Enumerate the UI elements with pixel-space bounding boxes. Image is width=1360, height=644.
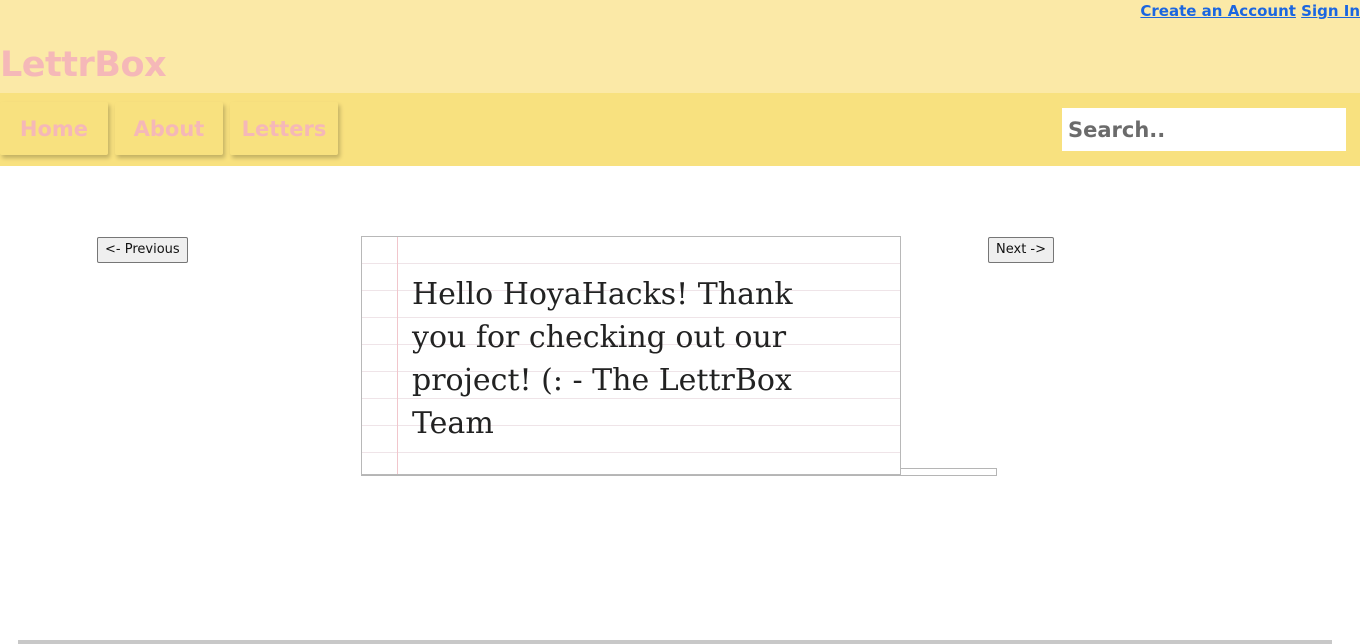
header: Create an Account Sign In LettrBox xyxy=(0,0,1360,93)
site-logo[interactable]: LettrBox xyxy=(0,44,167,86)
nav-item-home[interactable]: Home xyxy=(0,102,108,155)
next-button[interactable]: Next -> xyxy=(988,237,1055,263)
nav-item-letters[interactable]: Letters xyxy=(230,102,338,155)
letter-card: Hello HoyaHacks! Thank you for checking … xyxy=(361,236,901,475)
navbar: Home About Letters xyxy=(0,93,1360,166)
letter-text: Hello HoyaHacks! Thank you for checking … xyxy=(412,277,793,441)
search-input[interactable] xyxy=(1062,108,1346,151)
horizontal-scrollbar[interactable] xyxy=(18,640,1332,644)
auth-links: Create an Account Sign In xyxy=(1140,2,1360,20)
create-account-link[interactable]: Create an Account xyxy=(1140,2,1296,20)
previous-button[interactable]: <- Previous xyxy=(97,237,188,263)
nav-item-about[interactable]: About xyxy=(115,102,223,155)
sign-in-link[interactable]: Sign In xyxy=(1301,2,1360,20)
paper-margin-line xyxy=(397,237,398,474)
